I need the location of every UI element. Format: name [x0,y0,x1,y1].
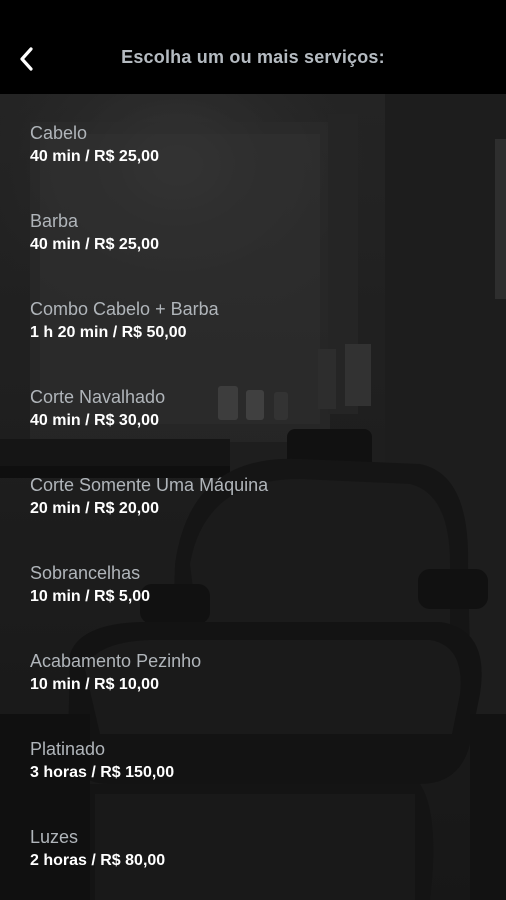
service-name: Corte Navalhado [30,387,166,407]
service-item-platinado[interactable]: Platinado 3 horas / R$ 150,00 [30,738,470,810]
services-screen: Escolha um ou mais serviços: Cabelo 40 m… [0,0,506,900]
service-details: 40 min / R$ 30,00 [30,412,159,429]
service-list: Cabelo 40 min / R$ 25,00 Barba 40 min / … [0,94,506,900]
service-item-corte-somente-uma-maquina[interactable]: Corte Somente Uma Máquina 20 min / R$ 20… [30,474,470,546]
service-name: Platinado [30,739,106,759]
service-item-barba[interactable]: Barba 40 min / R$ 25,00 [30,210,470,282]
service-name: Barba [30,211,79,231]
service-details: 10 min / R$ 5,00 [30,588,151,605]
service-item-cabelo[interactable]: Cabelo 40 min / R$ 25,00 [30,122,470,194]
service-details: 40 min / R$ 25,00 [30,148,159,165]
service-details: 40 min / R$ 25,00 [30,236,159,253]
service-item-sobrancelhas[interactable]: Sobrancelhas 10 min / R$ 5,00 [30,562,470,634]
service-item-luzes[interactable]: Luzes 2 horas / R$ 80,00 [30,826,470,898]
service-item-acabamento-pezinho[interactable]: Acabamento Pezinho 10 min / R$ 10,00 [30,650,470,722]
service-name: Acabamento Pezinho [30,651,202,671]
app-header: Escolha um ou mais serviços: [0,0,506,94]
service-item-combo-cabelo-barba[interactable]: Combo Cabelo + Barba 1 h 20 min / R$ 50,… [30,298,470,370]
service-details: 1 h 20 min / R$ 50,00 [30,324,187,341]
service-details: 20 min / R$ 20,00 [30,500,159,517]
service-name: Luzes [30,827,79,847]
service-name: Cabelo [30,123,88,143]
service-details: 3 horas / R$ 150,00 [30,764,175,781]
service-item-corte-navalhado[interactable]: Corte Navalhado 40 min / R$ 30,00 [30,386,470,458]
service-name: Sobrancelhas [30,563,141,583]
service-name: Combo Cabelo + Barba [30,299,219,319]
page-title: Escolha um ou mais serviços: [121,47,385,67]
service-details: 2 horas / R$ 80,00 [30,852,166,869]
service-details: 10 min / R$ 10,00 [30,676,159,693]
service-name: Corte Somente Uma Máquina [30,475,269,495]
